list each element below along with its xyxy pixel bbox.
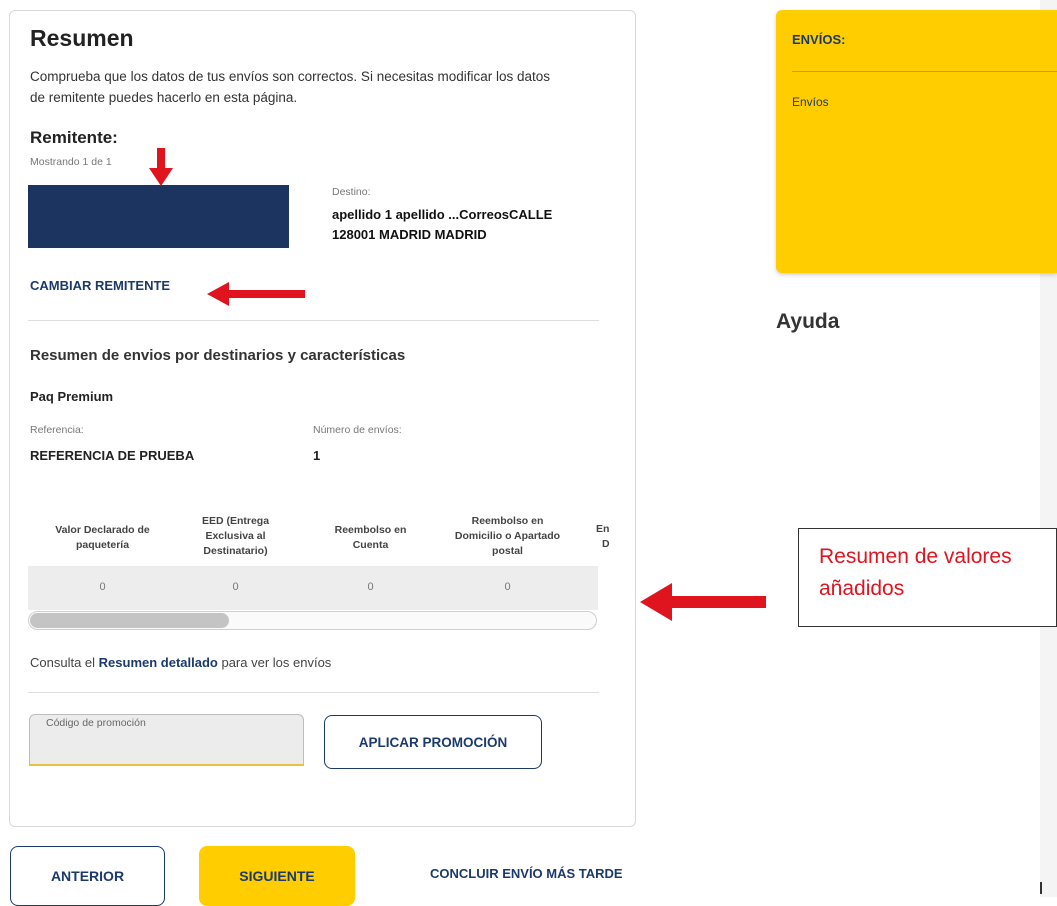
- shipments-panel: [776, 10, 1057, 273]
- help-title: Ayuda: [776, 310, 840, 333]
- shipment-count-label: Número de envíos:: [313, 424, 402, 436]
- intro-line-2: de remitente puedes hacerlo en esta pági…: [30, 90, 298, 105]
- table-cell: 0: [232, 581, 239, 593]
- detail-summary-link[interactable]: Resumen detallado: [99, 655, 218, 670]
- apply-promo-button[interactable]: APLICAR PROMOCIÓN: [324, 715, 542, 769]
- divider: [28, 320, 599, 321]
- intro-text: Comprueba que los datos de tus envíos so…: [30, 66, 605, 108]
- destination-line-1: apellido 1 apellido ...CorreosCALLE: [332, 207, 553, 222]
- divider: [792, 71, 1057, 72]
- arrow-down-icon: [149, 148, 173, 186]
- intro-line-1: Comprueba que los datos de tus envíos so…: [30, 69, 551, 84]
- table-cell: 0: [99, 581, 106, 593]
- reference-value: REFERENCIA DE PRUEBA: [30, 448, 195, 463]
- previous-button[interactable]: ANTERIOR: [10, 846, 165, 906]
- destination-value: apellido 1 apellido ...CorreosCALLE 1280…: [332, 205, 552, 245]
- table-header: Reembolso en Cuenta: [334, 524, 407, 551]
- reference-label: Referencia:: [30, 424, 84, 436]
- table-cell: 0: [504, 581, 511, 593]
- sender-pagination: Mostrando 1 de 1: [30, 156, 112, 168]
- sender-redacted-block: [28, 185, 289, 248]
- finish-later-link[interactable]: CONCLUIR ENVÍO MÁS TARDE: [430, 866, 623, 881]
- arrow-left-icon: [640, 583, 766, 621]
- destination-label: Destino:: [332, 186, 371, 198]
- next-button[interactable]: SIGUIENTE: [199, 846, 355, 906]
- shipments-panel-title: ENVÍOS:: [792, 32, 846, 47]
- divider: [28, 692, 599, 693]
- product-name: Paq Premium: [30, 389, 114, 404]
- shipment-count-value: 1: [313, 448, 321, 463]
- annotation-callout: Resumen de valores añadidos: [798, 528, 1057, 627]
- change-sender-link[interactable]: CAMBIAR REMITENTE: [30, 278, 170, 293]
- scrollbar-thumb[interactable]: [30, 613, 229, 628]
- table-header: Valor Declarado de paquetería: [55, 524, 150, 551]
- table-cell: 0: [367, 581, 374, 593]
- detail-summary-text: Consulta el Resumen detallado para ver l…: [30, 655, 332, 670]
- destination-line-2: 128001 MADRID MADRID: [332, 227, 487, 242]
- page-title: Resumen: [30, 25, 134, 51]
- arrow-left-icon: [207, 282, 305, 306]
- sender-label: Remitente:: [30, 128, 118, 147]
- shipments-panel-item: Envíos: [792, 95, 829, 109]
- cursor-mark: [1040, 882, 1042, 894]
- table-header: EED (Entrega Exclusiva al Destinatario): [201, 515, 270, 557]
- shipments-summary-title: Resumen de envios por destinarios y cara…: [30, 347, 406, 364]
- table-header: Reembolso en Domicilio o Apartado postal: [454, 515, 561, 557]
- table-header: En D: [596, 523, 610, 550]
- promo-code-placeholder: Código de promoción: [46, 717, 146, 729]
